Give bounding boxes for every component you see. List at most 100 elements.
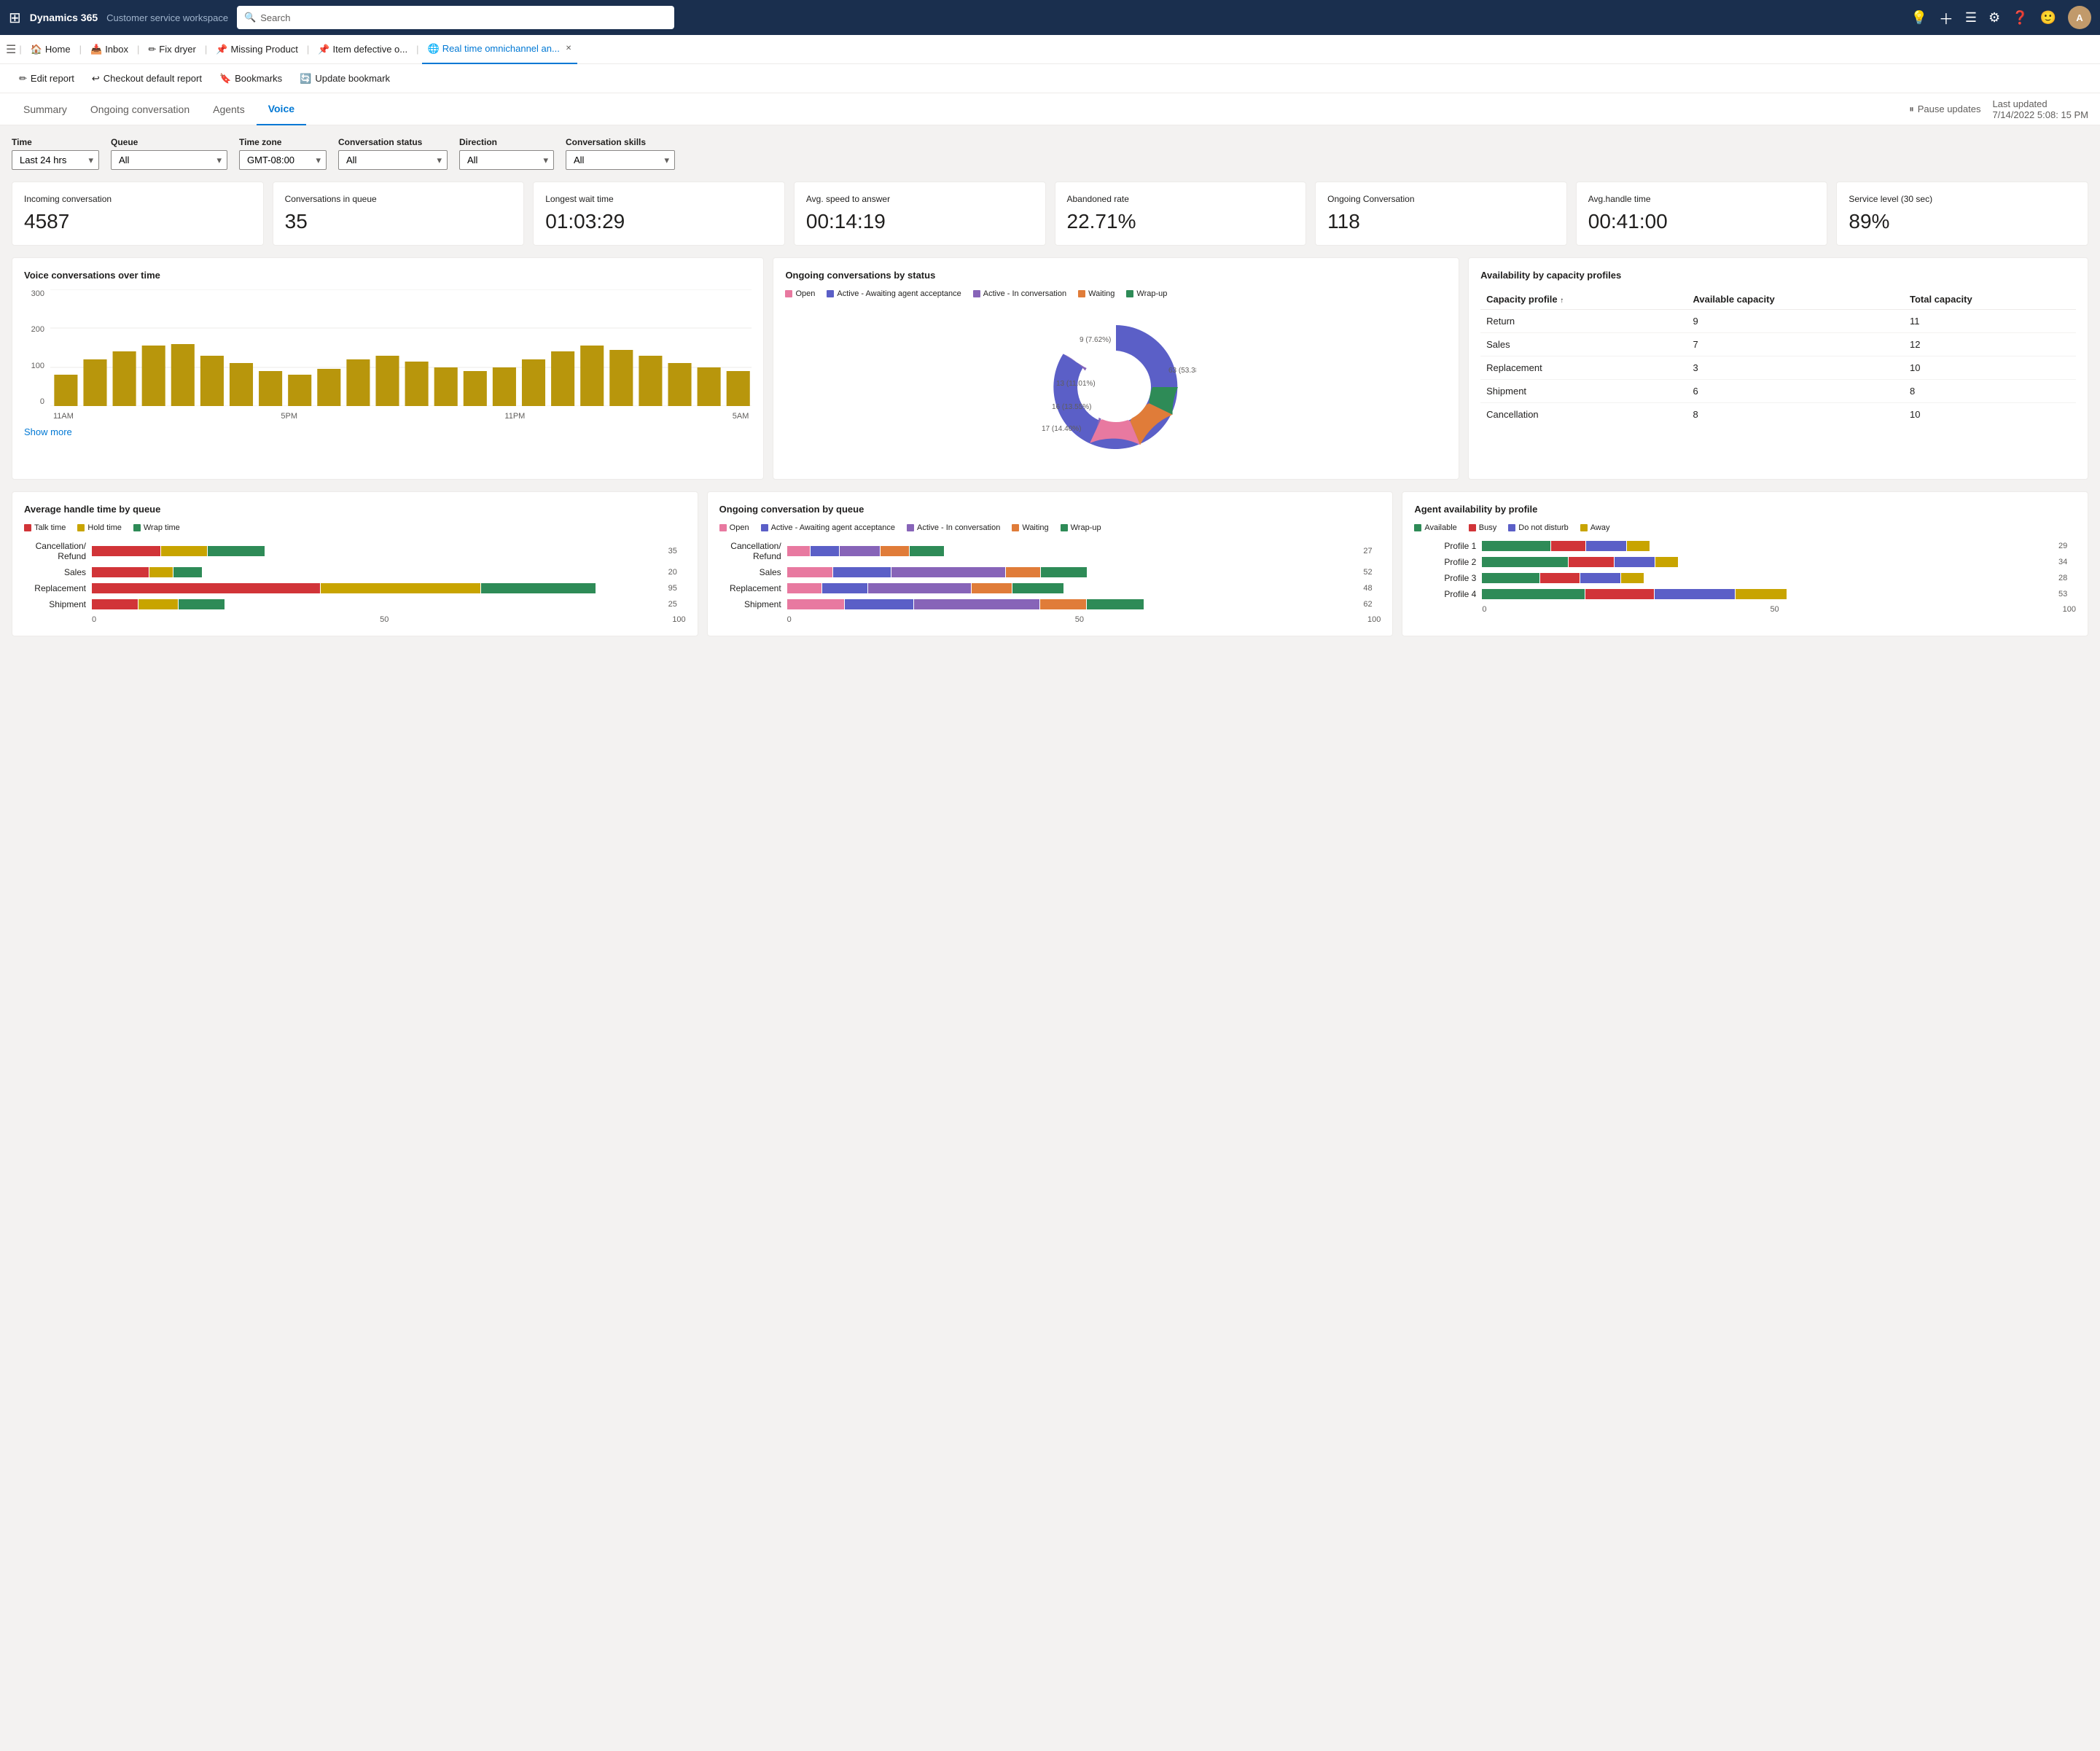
brand-name: Dynamics 365 bbox=[30, 12, 98, 23]
hbar-bars bbox=[787, 599, 1358, 609]
hamburger-nav-icon[interactable]: ☰ bbox=[6, 42, 16, 57]
hbar-bars bbox=[787, 567, 1358, 577]
timezone-select[interactable]: GMT-08:00 bbox=[239, 150, 327, 170]
bar-segment bbox=[1569, 557, 1615, 567]
skills-select[interactable]: All bbox=[566, 150, 675, 170]
breadcrumb-fix-dryer[interactable]: ✏ Fix dryer bbox=[142, 35, 201, 64]
wrap-time-dot bbox=[133, 524, 141, 531]
charts-row-1: Voice conversations over time 300 200 10… bbox=[12, 257, 2088, 480]
search-placeholder: Search bbox=[260, 12, 290, 23]
capacity-chart: Availability by capacity profiles Capaci… bbox=[1468, 257, 2088, 480]
capacity-table-row: Shipment68 bbox=[1480, 380, 2076, 403]
smiley-icon[interactable]: 🙂 bbox=[2040, 10, 2056, 26]
bar-segment bbox=[321, 583, 480, 593]
kpi-wait: Longest wait time 01:03:29 bbox=[533, 182, 785, 246]
bar-segment bbox=[1621, 573, 1644, 583]
bar-segment bbox=[173, 567, 202, 577]
kpi-handle: Avg.handle time 00:41:00 bbox=[1576, 182, 1828, 246]
bar-segment bbox=[1006, 567, 1040, 577]
bar-chart-area bbox=[50, 289, 752, 406]
close-tab-icon[interactable]: ✕ bbox=[566, 44, 571, 52]
breadcrumb-item-defective[interactable]: 📌 Item defective o... bbox=[312, 35, 413, 64]
breadcrumb-inbox[interactable]: 📥 Inbox bbox=[85, 35, 134, 64]
avg-handle-hbars: Cancellation/ Refund35Sales20Replacement… bbox=[24, 541, 686, 609]
bar-segment bbox=[1482, 589, 1585, 599]
edit-report-icon: ✏ bbox=[19, 73, 27, 85]
queue-select[interactable]: All bbox=[111, 150, 227, 170]
filter-skills: Conversation skills All bbox=[566, 137, 675, 170]
bar-segment bbox=[1482, 573, 1539, 583]
bar-segment bbox=[840, 546, 880, 556]
ongoing-queue-legend: Open Active - Awaiting agent acceptance … bbox=[719, 523, 1381, 532]
home-icon: 🏠 bbox=[31, 44, 42, 55]
donut-container: 63 (53.38%) 17 (14.40%) 16 (13.55%) 13 (… bbox=[785, 307, 1447, 467]
bar-segment bbox=[208, 546, 265, 556]
bar-segment bbox=[161, 546, 207, 556]
checkout-report-button[interactable]: ↩ Checkout default report bbox=[85, 69, 209, 88]
tab-ongoing[interactable]: Ongoing conversation bbox=[79, 93, 201, 125]
hbar-row: Shipment25 bbox=[24, 599, 686, 609]
bar-segment bbox=[179, 599, 225, 609]
filters-row: Time Last 24 hrs Last 7 days Last 30 day… bbox=[12, 137, 2088, 170]
bar-segment bbox=[149, 567, 172, 577]
hbar-row: Replacement48 bbox=[719, 583, 1381, 593]
avatar[interactable]: A bbox=[2068, 6, 2091, 29]
bookmarks-button[interactable]: 🔖 Bookmarks bbox=[212, 69, 289, 88]
bar-segment bbox=[92, 599, 138, 609]
help-icon[interactable]: ❓ bbox=[2012, 10, 2028, 26]
edit-report-button[interactable]: ✏ Edit report bbox=[12, 69, 82, 88]
conv-status-select[interactable]: All bbox=[338, 150, 448, 170]
tab-voice[interactable]: Voice bbox=[257, 93, 306, 125]
breadcrumb-missing-product[interactable]: 📌 Missing Product bbox=[210, 35, 304, 64]
bar-segment bbox=[1627, 541, 1650, 551]
bar-segment bbox=[787, 583, 821, 593]
hbar-row: Sales20 bbox=[24, 567, 686, 577]
ongoing-queue-card: Ongoing conversation by queue Open Activ… bbox=[707, 491, 1394, 636]
bar-segment bbox=[1551, 541, 1585, 551]
top-nav-actions: 💡 ＋ ☰ ⚙ ❓ 🙂 A bbox=[1910, 6, 2091, 29]
kpi-service: Service level (30 sec) 89% bbox=[1836, 182, 2088, 246]
bar-segment bbox=[833, 567, 890, 577]
tab-agents[interactable]: Agents bbox=[201, 93, 257, 125]
ongoing-status-chart: Ongoing conversations by status Open Act… bbox=[773, 257, 1459, 480]
tab-summary[interactable]: Summary bbox=[12, 93, 79, 125]
agent-avail-legend: Available Busy Do not disturb Away bbox=[1414, 523, 2076, 532]
grid-icon[interactable]: ⊞ bbox=[9, 9, 21, 27]
plus-icon[interactable]: ＋ bbox=[1939, 7, 1953, 28]
hbar-bars bbox=[1482, 589, 2053, 599]
breadcrumb-home[interactable]: 🏠 Home bbox=[25, 35, 77, 64]
hbar-row: Profile 328 bbox=[1414, 573, 2076, 583]
search-bar[interactable]: 🔍 Search bbox=[237, 6, 674, 29]
bar-segment bbox=[811, 546, 839, 556]
pause-updates-button[interactable]: ⏸ Pause updates bbox=[1909, 104, 1980, 115]
bottom-row: Average handle time by queue Talk time H… bbox=[12, 491, 2088, 636]
time-select[interactable]: Last 24 hrs Last 7 days Last 30 days bbox=[12, 150, 99, 170]
refresh-icon: 🔄 bbox=[300, 73, 311, 85]
top-navigation: ⊞ Dynamics 365 Customer service workspac… bbox=[0, 0, 2100, 35]
tabs-bar: Summary Ongoing conversation Agents Voic… bbox=[0, 93, 2100, 125]
last-updated: Last updated 7/14/2022 5:08: 15 PM bbox=[1992, 98, 2088, 120]
agent-avail-x-labels: 0 50 100 bbox=[1414, 605, 2076, 614]
gear-icon[interactable]: ⚙ bbox=[1988, 10, 2000, 26]
hbar-bars bbox=[1482, 573, 2053, 583]
breadcrumb-realtime[interactable]: 🌐 Real time omnichannel an... ✕ bbox=[422, 35, 578, 64]
show-more-link[interactable]: Show more bbox=[24, 426, 72, 437]
hbar-bars bbox=[92, 599, 663, 609]
bar-segment bbox=[92, 567, 149, 577]
avg-handle-legend: Talk time Hold time Wrap time bbox=[24, 523, 686, 532]
filter-queue: Queue All bbox=[111, 137, 227, 170]
kpi-queue: Conversations in queue 35 bbox=[273, 182, 525, 246]
capacity-table-scroll[interactable]: Capacity profile ↑ Available capacity To… bbox=[1480, 289, 2076, 426]
hamburger-icon[interactable]: ☰ bbox=[1965, 10, 1977, 26]
lightbulb-icon[interactable]: 💡 bbox=[1910, 10, 1927, 26]
bar-segment bbox=[868, 583, 971, 593]
pin-icon-2: 📌 bbox=[318, 44, 329, 55]
pause-icon: ⏸ bbox=[1909, 104, 1914, 115]
update-bookmark-button[interactable]: 🔄 Update bookmark bbox=[292, 69, 397, 88]
bar-segment bbox=[1585, 589, 1654, 599]
svg-text:16 (13.55%): 16 (13.55%) bbox=[1052, 403, 1091, 411]
direction-select[interactable]: All bbox=[459, 150, 554, 170]
hbar-bars bbox=[92, 546, 663, 556]
svg-text:63 (53.38%): 63 (53.38%) bbox=[1168, 367, 1196, 375]
bar-segment bbox=[787, 567, 833, 577]
